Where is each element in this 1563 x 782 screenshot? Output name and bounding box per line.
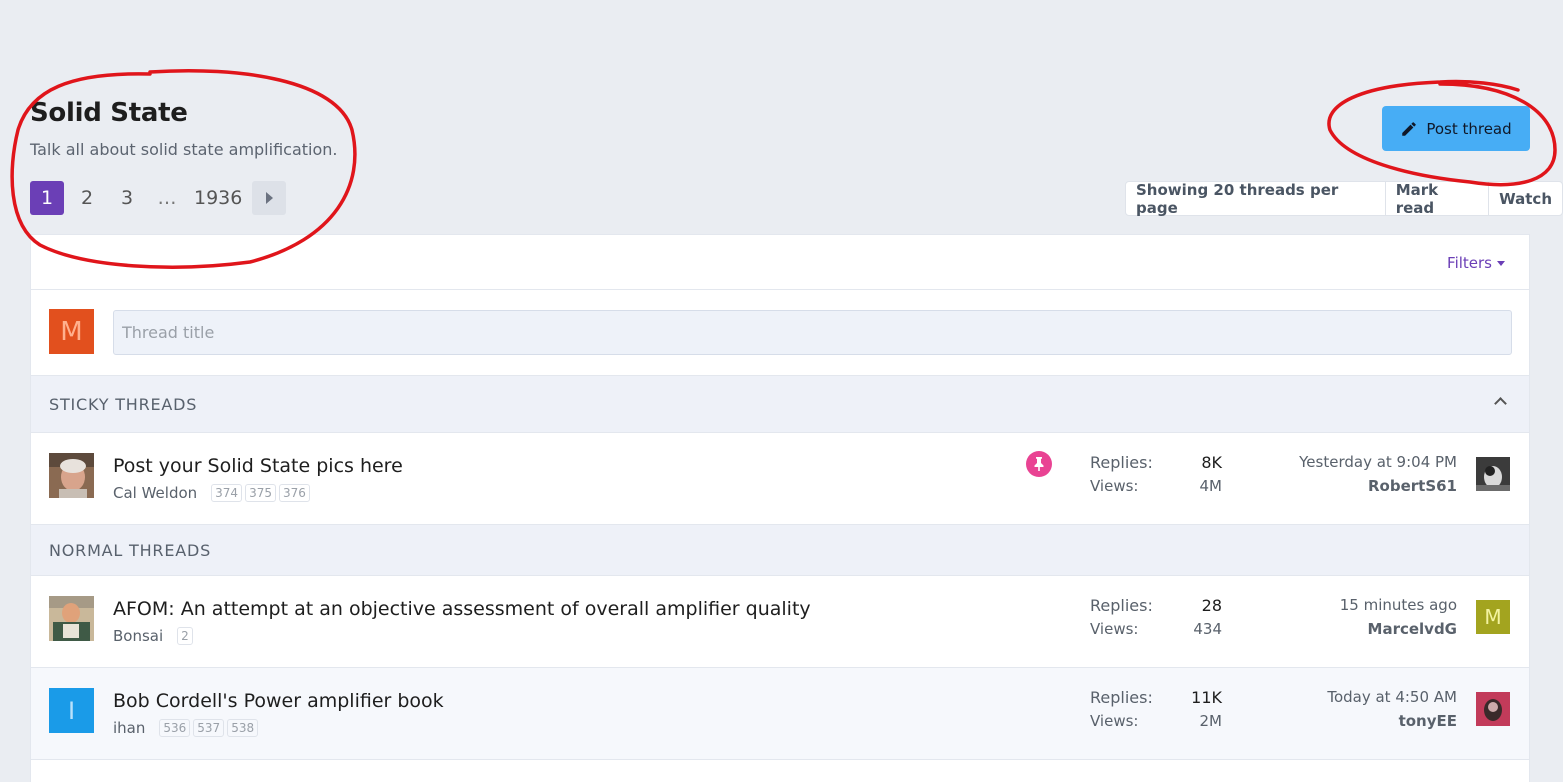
avatar[interactable] — [1476, 457, 1510, 491]
replies-label: Replies: — [1090, 453, 1153, 472]
pencil-icon — [1402, 121, 1417, 136]
thread-title-link[interactable]: Post your Solid State pics here — [113, 455, 403, 477]
page-link-1[interactable]: 1 — [30, 181, 64, 215]
post-thread-button[interactable]: Post thread — [1382, 106, 1530, 151]
replies-label: Replies: — [1090, 596, 1153, 615]
replies-row: Replies: 11K — [1090, 688, 1222, 712]
page-jump-link[interactable]: 374 — [211, 484, 243, 502]
thread-meta: ihan 536 537 538 — [113, 719, 261, 737]
views-label: Views: — [1090, 620, 1139, 638]
thread-title-link[interactable]: AFOM: An attempt at an objective assessm… — [113, 598, 811, 620]
page-link-2[interactable]: 2 — [70, 181, 104, 215]
views-label: Views: — [1090, 712, 1139, 730]
chevron-up-icon[interactable] — [1494, 397, 1507, 410]
page-jump-link[interactable]: 537 — [193, 719, 225, 737]
filters-label: Filters — [1447, 254, 1492, 272]
page-link-last[interactable]: 1936 — [190, 181, 246, 215]
thread-row: AFOM: An attempt at an objective assessm… — [31, 576, 1529, 668]
last-post-time[interactable]: Yesterday at 9:04 PM — [1299, 453, 1457, 477]
caret-down-icon — [1497, 260, 1505, 266]
views-label: Views: — [1090, 477, 1139, 495]
last-post: Yesterday at 9:04 PM RobertS61 — [1299, 453, 1457, 495]
avatar[interactable]: M — [49, 309, 94, 354]
last-post-time[interactable]: Today at 4:50 AM — [1327, 688, 1457, 712]
thread-list: Filters M STICKY THREADS Post your Solid… — [30, 234, 1530, 782]
replies-row: Replies: 8K — [1090, 453, 1222, 477]
last-post: Today at 4:50 AM tonyEE — [1327, 688, 1457, 730]
section-title: STICKY THREADS — [49, 395, 198, 414]
forum-page: Solid State Talk all about solid state a… — [0, 0, 1563, 782]
mark-read-button[interactable]: Mark read — [1386, 181, 1490, 217]
page-link-3[interactable]: 3 — [110, 181, 144, 215]
avatar[interactable]: M — [1476, 600, 1510, 634]
last-post-user[interactable]: tonyEE — [1327, 712, 1457, 730]
page-jump-link[interactable]: 375 — [245, 484, 276, 502]
filters-dropdown[interactable]: Filters — [1447, 254, 1505, 272]
page-jump-link[interactable]: 376 — [278, 484, 310, 502]
thread-author-link[interactable]: Bonsai — [113, 627, 163, 645]
section-title: NORMAL THREADS — [49, 541, 212, 560]
views-count: 4M — [1199, 477, 1223, 495]
page-jump-link[interactable]: 536 — [159, 719, 191, 737]
sticky-threads-header: STICKY THREADS — [31, 376, 1529, 433]
watch-button[interactable]: Watch — [1489, 182, 1562, 215]
thread-stats: Replies: 28 Views: 434 — [1090, 596, 1222, 644]
thread-stats: Replies: 8K Views: 4M — [1090, 453, 1222, 501]
thread-row: I Bob Cordell's Power amplifier book iha… — [31, 668, 1529, 760]
thread-list-actions: Showing 20 threads per page Mark read Wa… — [1125, 181, 1563, 217]
replies-label: Replies: — [1090, 688, 1153, 707]
pin-icon — [1026, 451, 1052, 477]
last-post: 15 minutes ago MarcelvdG — [1340, 596, 1457, 638]
filter-bar: Filters — [31, 235, 1529, 290]
replies-row: Replies: 28 — [1090, 596, 1222, 620]
thread-meta: Cal Weldon 374 375 376 — [113, 484, 313, 502]
avatar[interactable] — [49, 453, 94, 498]
views-count: 434 — [1193, 620, 1222, 638]
views-row: Views: 4M — [1090, 477, 1222, 501]
avatar[interactable] — [49, 596, 94, 641]
last-post-user[interactable]: RobertS61 — [1299, 477, 1457, 495]
quick-thread-row: M — [31, 290, 1529, 376]
replies-count: 8K — [1201, 453, 1222, 472]
views-row: Views: 2M — [1090, 712, 1222, 736]
threads-per-page-button[interactable]: Showing 20 threads per page — [1126, 181, 1386, 217]
page-jump-link[interactable]: 2 — [177, 627, 193, 645]
chevron-right-icon — [265, 192, 273, 204]
views-count: 2M — [1199, 712, 1223, 730]
thread-title-link[interactable]: Bob Cordell's Power amplifier book — [113, 690, 444, 712]
thread-author-link[interactable]: Cal Weldon — [113, 484, 197, 502]
post-thread-label: Post thread — [1426, 119, 1512, 138]
thread-stats: Replies: 11K Views: 2M — [1090, 688, 1222, 736]
thread-title-input[interactable] — [113, 310, 1512, 355]
pagination: 1 2 3 … 1936 — [30, 181, 292, 215]
page-jump-ellipsis[interactable]: … — [150, 181, 184, 215]
last-post-user[interactable]: MarcelvdG — [1340, 620, 1457, 638]
replies-count: 11K — [1191, 688, 1222, 707]
forum-description: Talk all about solid state amplification… — [30, 140, 338, 159]
page-title: Solid State — [30, 98, 188, 128]
thumbtack-icon — [1034, 457, 1044, 471]
thread-author-link[interactable]: ihan — [113, 719, 145, 737]
replies-count: 28 — [1201, 596, 1222, 615]
page-jump-link[interactable]: 538 — [227, 719, 259, 737]
avatar[interactable]: I — [49, 688, 94, 733]
thread-meta: Bonsai 2 — [113, 627, 196, 645]
normal-threads-header: NORMAL THREADS — [31, 525, 1529, 576]
views-row: Views: 434 — [1090, 620, 1222, 644]
thread-row: Post your Solid State pics here Cal Weld… — [31, 433, 1529, 525]
avatar[interactable] — [1476, 692, 1510, 726]
last-post-time[interactable]: 15 minutes ago — [1340, 596, 1457, 620]
next-page-button[interactable] — [252, 181, 287, 215]
